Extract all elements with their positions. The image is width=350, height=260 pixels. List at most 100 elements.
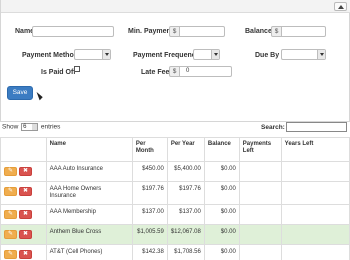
column-header-payments-left[interactable]: Payments Left — [238, 137, 282, 162]
is-paid-off-label: Is Paid Off — [41, 69, 76, 76]
cell-years-left — [280, 161, 350, 182]
cell-years-left — [280, 244, 350, 260]
cell-balance: $0.00 — [203, 244, 240, 260]
pencil-icon: ✎ — [7, 188, 14, 194]
edit-button[interactable]: ✎ — [4, 210, 17, 219]
late-fee-input[interactable]: 0 — [179, 66, 232, 77]
table-row: ✎ ✖ AAA Auto Insurance $450.00 $5,400.00 … — [0, 161, 350, 182]
cell-balance: $0.00 — [203, 181, 240, 205]
row-actions: ✎ ✖ — [0, 181, 47, 205]
pencil-icon: ✎ — [7, 211, 14, 217]
chevron-down-icon — [211, 50, 219, 59]
min-payment-label: Min. Payment — [128, 28, 174, 35]
payment-method-select[interactable] — [74, 49, 111, 60]
due-by-label: Due By — [255, 52, 280, 59]
mouse-cursor — [36, 90, 44, 101]
entries-label: entries — [40, 123, 61, 131]
cell-name: AAA Auto Insurance — [45, 161, 133, 182]
cell-name: AT&T (Cell Phones) — [45, 244, 133, 260]
pencil-icon: ✎ — [7, 231, 14, 237]
close-icon: ✖ — [22, 168, 29, 174]
cell-balance: $0.00 — [203, 204, 240, 225]
delete-button[interactable]: ✖ — [19, 230, 32, 239]
close-icon: ✖ — [22, 231, 29, 237]
edit-button[interactable]: ✎ — [4, 167, 17, 176]
delete-button[interactable]: ✖ — [19, 210, 32, 219]
row-actions: ✎ ✖ — [0, 224, 47, 245]
row-actions: ✎ ✖ — [0, 244, 47, 260]
chevron-up-icon — [338, 5, 344, 9]
column-header-name[interactable]: Name — [45, 137, 133, 162]
close-icon: ✖ — [22, 211, 29, 217]
cell-name: AAA Home Owners Insurance — [45, 181, 133, 205]
table-header-row: Name Per Month Per Year Balance Payments… — [0, 137, 350, 162]
bill-form-panel: Name Min. Payment $ Balance $ Payment Me… — [0, 0, 350, 122]
cell-per-month: $137.00 — [131, 204, 168, 225]
delete-button[interactable]: ✖ — [19, 167, 32, 176]
pencil-icon: ✎ — [7, 168, 14, 174]
min-payment-input[interactable] — [179, 26, 225, 37]
column-header-actions — [0, 137, 47, 162]
cell-per-month: $1,005.59 — [131, 224, 168, 245]
is-paid-off-checkbox[interactable] — [74, 66, 80, 72]
cell-per-year: $12,067.08 — [166, 224, 205, 245]
close-icon: ✖ — [22, 251, 29, 257]
page-length-control: Show 6 entries — [2, 123, 60, 131]
cell-name: AAA Membership — [45, 204, 133, 225]
edit-button[interactable]: ✎ — [4, 250, 17, 259]
search-label: Search: — [261, 124, 285, 131]
edit-button[interactable]: ✎ — [4, 187, 17, 196]
save-button[interactable]: Save — [7, 86, 33, 100]
cell-per-month: $197.76 — [131, 181, 168, 205]
payment-frequency-select[interactable] — [193, 49, 220, 60]
cell-payments-left — [238, 161, 282, 182]
bills-table: Name Per Month Per Year Balance Payments… — [0, 137, 350, 260]
cell-name: Anthem Blue Cross — [45, 224, 133, 245]
cell-per-year: $197.76 — [166, 181, 205, 205]
chevron-down-icon — [317, 50, 325, 59]
cell-years-left — [280, 204, 350, 225]
cell-per-year: $137.00 — [166, 204, 205, 225]
collapse-button[interactable] — [334, 2, 347, 11]
chevron-down-icon — [32, 124, 38, 130]
delete-button[interactable]: ✖ — [19, 187, 32, 196]
cell-per-month: $450.00 — [131, 161, 168, 182]
show-label: Show — [2, 123, 19, 131]
table-row: ✎ ✖ AAA Membership $137.00 $137.00 $0.00 — [0, 204, 350, 225]
delete-button[interactable]: ✖ — [19, 250, 32, 259]
table-row: ✎ ✖ AAA Home Owners Insurance $197.76 $19… — [0, 181, 350, 205]
row-actions: ✎ ✖ — [0, 204, 47, 225]
name-input[interactable] — [32, 26, 114, 37]
late-fee-label: Late Fee — [141, 69, 170, 76]
page-length-value: 6 — [23, 124, 27, 130]
cell-years-left — [280, 224, 350, 245]
cell-payments-left — [238, 204, 282, 225]
due-by-select[interactable] — [281, 49, 326, 60]
row-actions: ✎ ✖ — [0, 161, 47, 182]
table-row: ✎ ✖ Anthem Blue Cross $1,005.59 $12,067.0… — [0, 224, 350, 245]
cell-per-month: $142.38 — [131, 244, 168, 260]
cell-payments-left — [238, 224, 282, 245]
column-header-per-year[interactable]: Per Year — [166, 137, 205, 162]
cell-payments-left — [238, 181, 282, 205]
cell-per-year: $1,708.56 — [166, 244, 205, 260]
edit-button[interactable]: ✎ — [4, 230, 17, 239]
cell-per-year: $5,400.00 — [166, 161, 205, 182]
cell-payments-left — [238, 244, 282, 260]
search-input[interactable] — [286, 122, 347, 132]
close-icon: ✖ — [22, 188, 29, 194]
cell-years-left — [280, 181, 350, 205]
column-header-balance[interactable]: Balance — [203, 137, 240, 162]
page-length-select[interactable]: 6 — [21, 123, 39, 131]
pencil-icon: ✎ — [7, 251, 14, 257]
column-header-per-month[interactable]: Per Month — [131, 137, 168, 162]
chevron-down-icon — [102, 50, 110, 59]
balance-label: Balance — [245, 28, 272, 35]
table-row: ✎ ✖ AT&T (Cell Phones) $142.38 $1,708.56 … — [0, 244, 350, 260]
cell-balance: $0.00 — [203, 224, 240, 245]
cell-balance: $0.00 — [203, 161, 240, 182]
panel-header — [1, 0, 350, 13]
column-header-years-left[interactable]: Years Left — [280, 137, 350, 162]
payment-method-label: Payment Method — [22, 52, 79, 59]
balance-input[interactable] — [281, 26, 326, 37]
